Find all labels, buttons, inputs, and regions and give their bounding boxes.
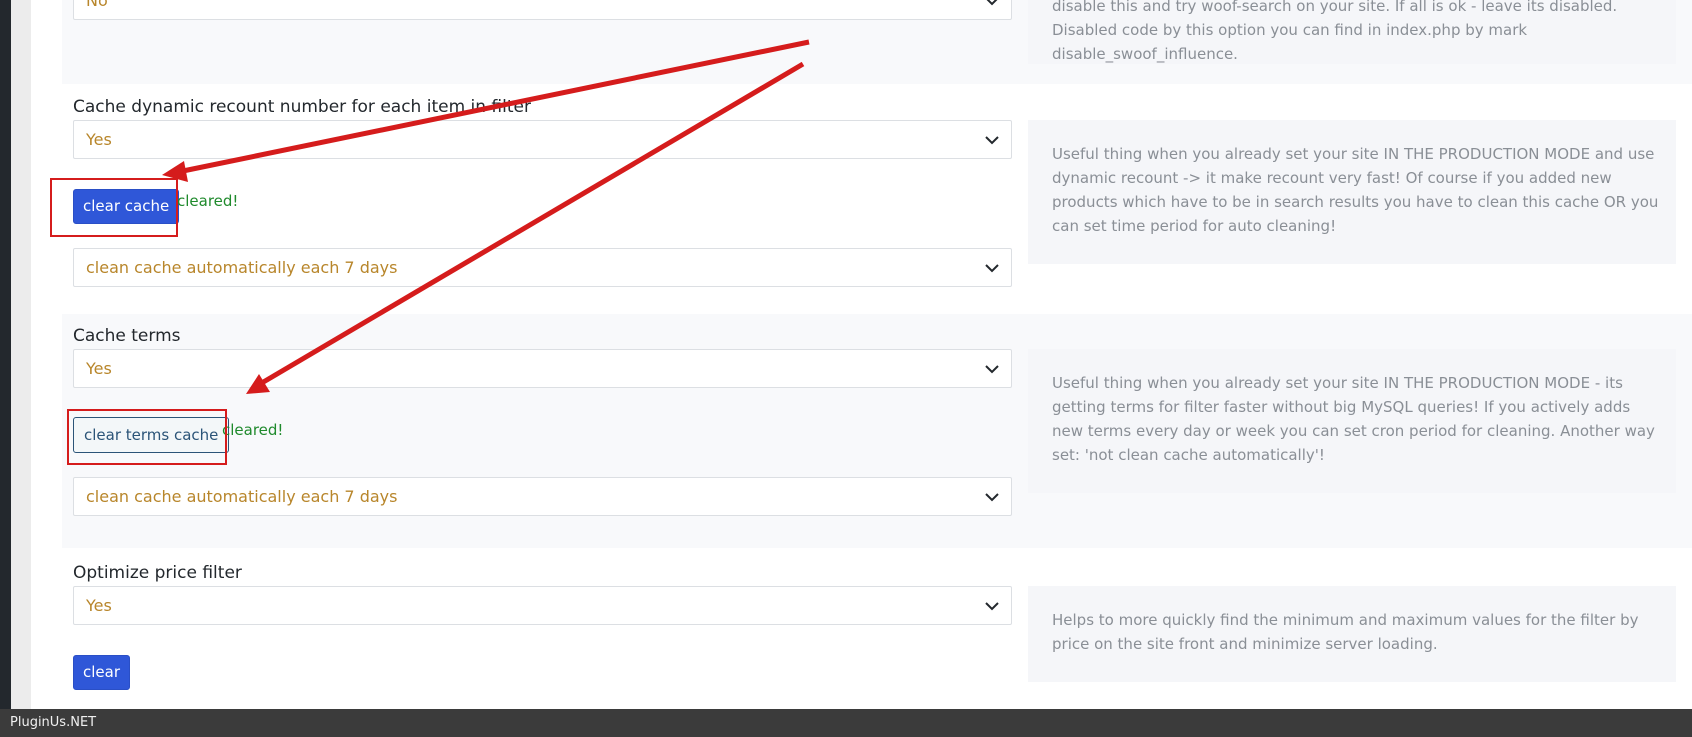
- annotation-arrowhead: [246, 374, 270, 394]
- footer-brand: PluginUs.NET: [10, 715, 97, 730]
- annotation-arrow-line: [258, 61, 805, 387]
- annotation-arrows: [162, 39, 810, 394]
- annotation-arrow-line: [177, 39, 810, 175]
- footer-bar: PluginUs.NET: [0, 709, 1692, 737]
- annotation-arrowhead: [162, 161, 188, 182]
